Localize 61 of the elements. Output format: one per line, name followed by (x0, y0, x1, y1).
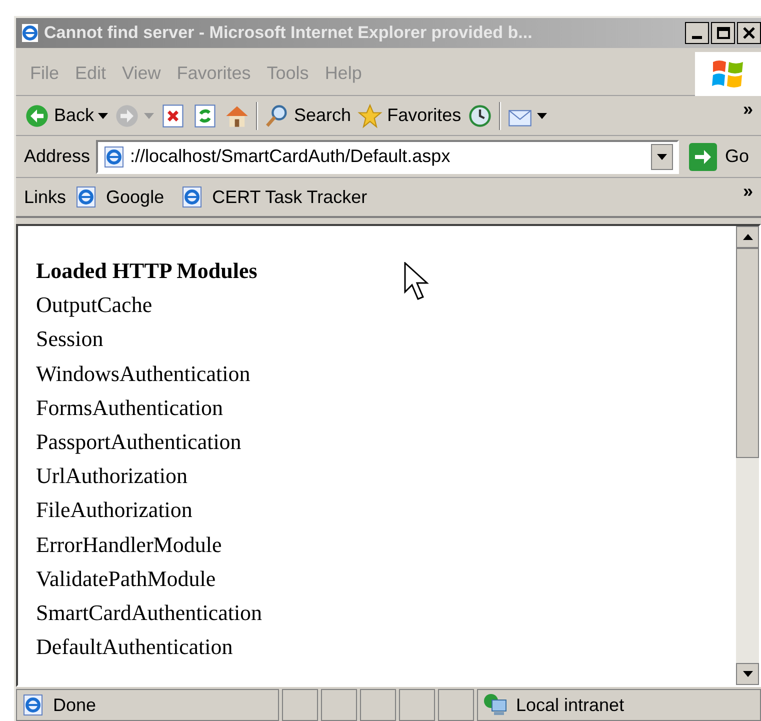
zone-text: Local intranet (516, 694, 624, 716)
favorites-button[interactable]: Favorites (357, 102, 462, 129)
status-panel (282, 689, 318, 721)
scroll-down-button[interactable] (736, 663, 759, 685)
search-button[interactable]: Search (264, 102, 352, 129)
more-button[interactable]: » (742, 96, 753, 123)
module-name: PassportAuthentication (36, 429, 242, 454)
page-icon (180, 185, 204, 209)
browser-icon (20, 23, 40, 43)
flag-logo-icon (711, 58, 745, 90)
module-name: WindowsAuthentication (36, 360, 250, 386)
address-field[interactable]: ://localhost/SmartCardAuth/Default.aspx (96, 140, 679, 174)
go-button[interactable]: Go (684, 142, 753, 170)
caret-down-icon (742, 671, 752, 677)
status-panel (438, 689, 474, 721)
window-title: Cannot find server - Microsoft Internet Explorer provided b... (44, 22, 534, 44)
module-name: OutputCache (36, 292, 152, 318)
stop-button[interactable] (160, 102, 186, 128)
caret-icon (144, 112, 154, 118)
address-label: Address (24, 145, 90, 168)
refresh-button[interactable] (192, 102, 218, 128)
page-heading: Loaded HTTP Modules (36, 257, 258, 285)
status-text: Done (53, 694, 96, 716)
caret-up-icon (742, 234, 752, 240)
caret-icon (98, 112, 108, 118)
status-panel (321, 689, 357, 721)
clock-icon (467, 102, 494, 128)
scrollbar[interactable] (736, 226, 759, 685)
module-name: Session (36, 326, 104, 352)
module-name: ErrorHandlerModule (36, 532, 222, 557)
page-icon (21, 693, 45, 717)
star-icon (357, 102, 384, 128)
status-panel (399, 689, 435, 721)
module-name: FormsAuthentication (36, 394, 223, 420)
stop-icon (160, 102, 186, 128)
module-name: DefaultAuthentication (36, 634, 233, 660)
computer-globe-icon (482, 692, 508, 718)
close-icon (742, 26, 756, 40)
link-button[interactable]: CERT Task Tracker (180, 184, 368, 210)
more-button[interactable]: » (742, 178, 753, 205)
minimize-button[interactable] (685, 22, 709, 44)
module-name: UrlAuthorization (36, 463, 188, 488)
caret-icon (537, 112, 548, 118)
url-text: ://localhost/SmartCardAuth/Default.aspx (130, 145, 452, 168)
dropdown-button[interactable] (650, 144, 673, 170)
link-button[interactable]: Google (74, 184, 164, 210)
back-button[interactable]: Back (24, 102, 108, 129)
refresh-icon (192, 102, 218, 128)
page-icon (102, 144, 126, 168)
module-name: SmartCardAuthentication (36, 600, 262, 626)
caret-icon (656, 154, 667, 160)
scroll-up-button[interactable] (736, 226, 759, 248)
history-button[interactable] (467, 102, 494, 128)
page-icon (74, 185, 98, 209)
status-panel (360, 689, 396, 721)
mouse-cursor-icon (404, 262, 430, 302)
module-name: ValidatePathModule (36, 566, 216, 591)
maximize-button[interactable] (711, 22, 735, 44)
close-button[interactable] (737, 22, 761, 44)
module-name: FileAuthorization (36, 497, 192, 522)
links-label: Links (24, 186, 66, 208)
